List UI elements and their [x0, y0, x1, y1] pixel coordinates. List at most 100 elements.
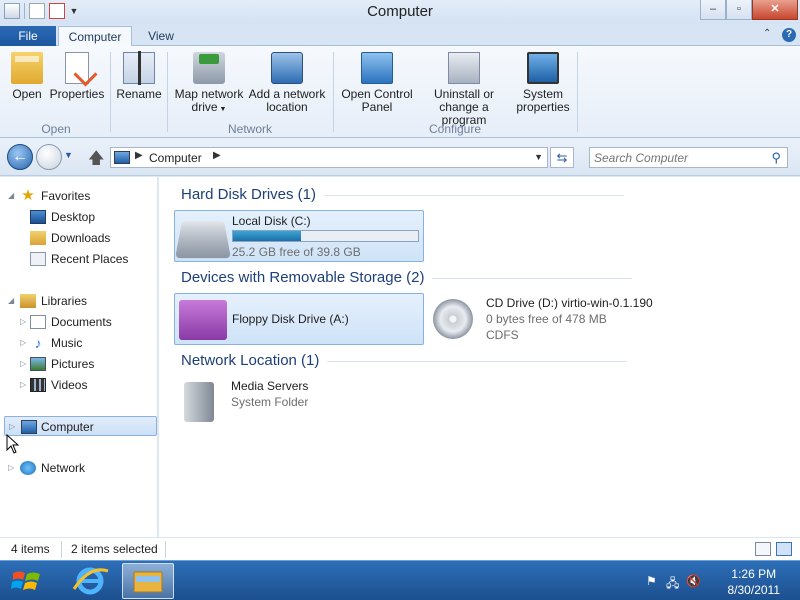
nav-videos[interactable]: ▷ Videos: [0, 375, 150, 395]
content-pane: Hard Disk Drives (1) Local Disk (C:) 25.…: [159, 177, 800, 537]
search-icon[interactable]: ⚲: [771, 150, 781, 166]
up-arrow-icon[interactable]: 🡅: [88, 147, 104, 174]
open-control-panel-button[interactable]: Open Control Panel: [338, 52, 416, 114]
collapse-icon[interactable]: ◢: [8, 291, 14, 311]
nav-computer[interactable]: ▷ Computer: [4, 416, 157, 436]
system-properties-icon: [527, 52, 559, 84]
taskbar: ⚑ 🖧 🔇 1:26 PM 8/30/2011: [0, 560, 800, 600]
group-header-removable-storage[interactable]: Devices with Removable Storage (2): [181, 269, 633, 286]
drive-tile-floppy[interactable]: Floppy Disk Drive (A:): [174, 293, 424, 345]
refresh-button[interactable]: ⇆: [550, 147, 574, 168]
tiles-view-icon[interactable]: [776, 542, 792, 556]
expand-icon[interactable]: ▷: [8, 458, 14, 478]
volume-muted-icon[interactable]: 🔇: [686, 574, 701, 588]
action-center-flag-icon[interactable]: ⚑: [646, 574, 660, 588]
start-button[interactable]: [10, 567, 44, 595]
nav-recent-places[interactable]: Recent Places: [0, 249, 150, 269]
network-tile-media-servers[interactable]: Media Servers System Folder: [174, 376, 424, 428]
details-view-icon[interactable]: [755, 542, 771, 556]
drive-name: CD Drive (D:) virtio-win-0.1.190: [486, 296, 653, 310]
ribbon-separator: [577, 52, 578, 132]
properties-button[interactable]: Properties: [49, 52, 105, 101]
selection-count: 2 items selected: [71, 542, 158, 556]
drive-tile-local-disk[interactable]: Local Disk (C:) 25.2 GB free of 39.8 GB: [174, 210, 424, 262]
taskbar-file-explorer[interactable]: [122, 563, 174, 599]
pictures-icon: [30, 357, 46, 371]
open-button[interactable]: Open: [8, 52, 46, 101]
navigation-pane: ◢ ★ Favorites Desktop Downloads Recent P…: [0, 177, 158, 537]
nav-favorites[interactable]: ◢ ★ Favorites: [0, 186, 150, 206]
system-tray: ⚑ 🖧 🔇 1:26 PM 8/30/2011: [630, 561, 800, 600]
search-input[interactable]: [594, 150, 764, 165]
minimize-button[interactable]: ‒: [700, 0, 726, 20]
group-network-label: Network Location (1): [181, 352, 320, 369]
control-panel-icon: [361, 52, 393, 84]
rename-button[interactable]: Rename: [116, 51, 162, 101]
system-properties-label-2: properties: [516, 100, 570, 114]
expand-icon[interactable]: ▷: [20, 375, 26, 395]
tab-computer[interactable]: Computer: [58, 26, 132, 48]
taskbar-internet-explorer[interactable]: [64, 563, 116, 599]
nav-downloads[interactable]: Downloads: [0, 228, 150, 248]
hard-drive-icon: [175, 221, 231, 259]
nav-documents-label: Documents: [51, 315, 112, 329]
nav-music[interactable]: ▷ ♪ Music: [0, 333, 150, 353]
add-network-location-button[interactable]: Add a network location: [247, 52, 327, 114]
tab-view[interactable]: View: [138, 26, 184, 46]
address-bar[interactable]: ▶ Computer ▶ ▼: [110, 147, 548, 168]
nav-music-label: Music: [51, 336, 83, 350]
expand-icon[interactable]: ▷: [20, 333, 26, 353]
expand-icon[interactable]: ▷: [20, 354, 26, 374]
clock[interactable]: 1:26 PM 8/30/2011: [728, 566, 781, 598]
media-server-icon: [184, 382, 214, 422]
nav-libraries[interactable]: ◢ Libraries: [0, 291, 150, 311]
help-icon[interactable]: ?: [782, 28, 796, 42]
map-network-drive-label-2: drive: [191, 100, 218, 114]
status-separator: [61, 541, 62, 558]
drive-name: Floppy Disk Drive (A:): [232, 312, 349, 326]
disk-usage-fill: [233, 231, 301, 241]
breadcrumb-computer[interactable]: Computer: [149, 151, 202, 165]
nav-pictures[interactable]: ▷ Pictures: [0, 354, 150, 374]
desktop-icon: [30, 210, 46, 224]
maximize-button[interactable]: ▫: [726, 0, 752, 20]
system-properties-button[interactable]: System properties: [514, 52, 572, 114]
uninstall-program-icon: [448, 52, 480, 84]
collapse-icon[interactable]: ◢: [8, 186, 14, 206]
ribbon-separator: [167, 52, 168, 132]
back-button[interactable]: ←: [7, 144, 33, 170]
search-box[interactable]: ⚲: [589, 147, 788, 168]
window-controls: ‒ ▫ ✕: [700, 0, 798, 20]
recent-locations-chevron-icon[interactable]: ▼: [64, 150, 73, 160]
nav-documents[interactable]: ▷ Documents: [0, 312, 150, 332]
network-status-icon[interactable]: 🖧: [666, 574, 680, 590]
drive-tile-cd[interactable]: CD Drive (D:) virtio-win-0.1.190 0 bytes…: [429, 293, 689, 345]
map-network-drive-button[interactable]: Map network drive ▼: [172, 52, 246, 116]
breadcrumb-chevron-icon[interactable]: ▶: [135, 150, 143, 161]
properties-label: Properties: [49, 87, 105, 101]
breadcrumb-chevron-icon[interactable]: ▶: [213, 150, 221, 161]
group-header-hard-disk-drives[interactable]: Hard Disk Drives (1): [181, 186, 625, 203]
nav-desktop-label: Desktop: [51, 210, 96, 224]
nav-desktop[interactable]: Desktop: [0, 207, 150, 227]
nav-network[interactable]: ▷ Network: [0, 458, 150, 478]
nav-favorites-label: Favorites: [41, 189, 91, 203]
tab-file[interactable]: File: [0, 26, 56, 46]
close-button[interactable]: ✕: [752, 0, 798, 20]
forward-button[interactable]: [36, 144, 62, 170]
drive-name: Local Disk (C:): [232, 214, 311, 228]
location-name: Media Servers: [231, 379, 309, 393]
uninstall-program-button[interactable]: Uninstall or change a program: [416, 52, 512, 127]
group-header-network-location[interactable]: Network Location (1): [181, 352, 628, 369]
music-icon: ♪: [34, 335, 42, 351]
ribbon: Open Properties Open Rename Map network …: [0, 46, 800, 138]
windows-logo-icon: [11, 571, 40, 590]
ribbon-separator: [110, 52, 111, 132]
properties-checkmark-icon: [65, 52, 89, 84]
expand-icon[interactable]: ▷: [20, 312, 26, 332]
address-dropdown-icon[interactable]: ▼: [534, 152, 543, 162]
minimize-ribbon-chevron-icon[interactable]: ⌃: [763, 28, 771, 39]
nav-computer-label: Computer: [41, 420, 94, 434]
group-configure-label: Configure: [428, 122, 482, 136]
open-control-panel-label-2: Panel: [361, 100, 393, 114]
